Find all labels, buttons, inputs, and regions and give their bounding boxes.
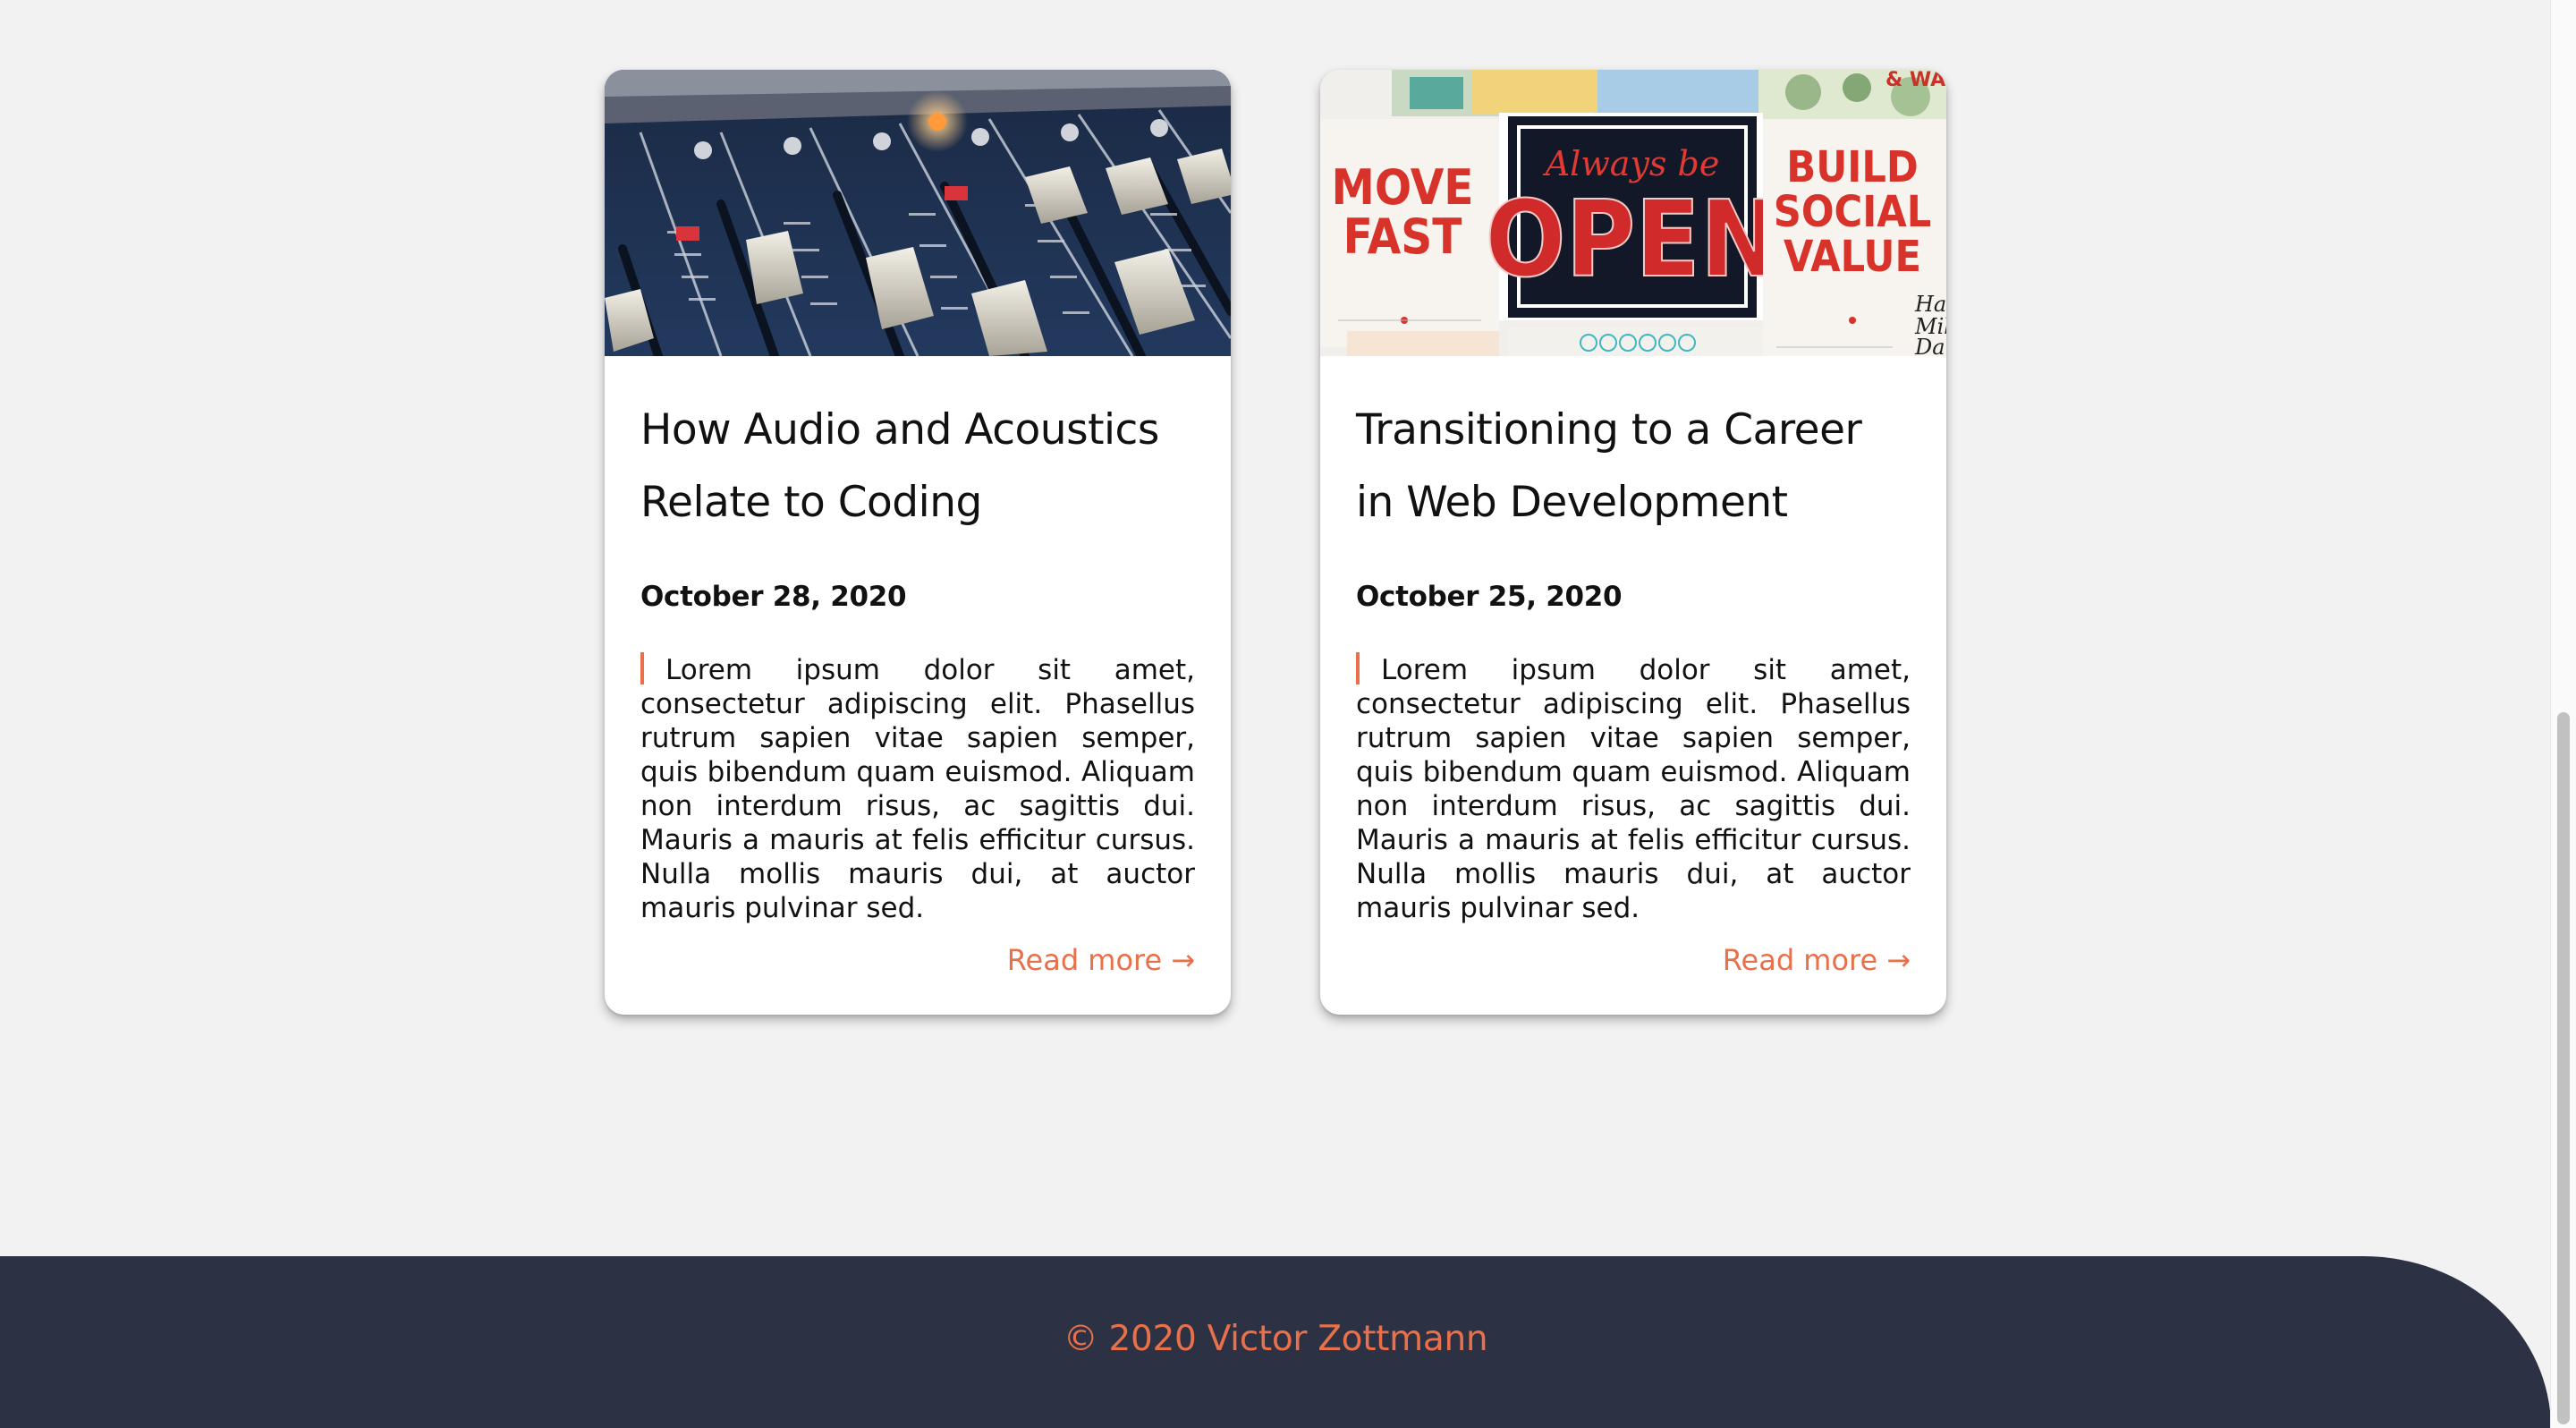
post-card[interactable]: & WA MOVE FAST Always be OPEN BUILD SOCI…	[1320, 70, 1946, 1015]
scrollbar-thumb[interactable]	[2557, 712, 2570, 1424]
post-title[interactable]: How Audio and Acoustics Relate to Coding	[640, 394, 1195, 539]
post-excerpt-text: Lorem ipsum dolor sit amet, consectetur …	[1356, 654, 1911, 924]
audio-mixer-image[interactable]	[605, 70, 1231, 356]
post-card[interactable]: How Audio and Acoustics Relate to Coding…	[605, 70, 1231, 1015]
site-footer: © 2020 Victor Zottmann	[0, 1256, 2551, 1428]
social-text: SOCIAL	[1774, 187, 1931, 237]
arrow-right-icon: →	[1171, 943, 1195, 977]
sign-main-text: OPEN	[1485, 177, 1779, 301]
footer-copyright: © 2020 Victor Zottmann	[1063, 1319, 1488, 1359]
open-sign-image[interactable]: & WA MOVE FAST Always be OPEN BUILD SOCI…	[1320, 70, 1946, 356]
post-excerpt: Lorem ipsum dolor sit amet, consectetur …	[640, 652, 1195, 925]
post-date: October 28, 2020	[640, 581, 907, 613]
svg-text:& WA: & WA	[1885, 70, 1945, 91]
excerpt-accent-bar	[1356, 652, 1360, 684]
post-excerpt: Lorem ipsum dolor sit amet, consectetur …	[1356, 652, 1911, 925]
svg-text:Day: Day	[1914, 335, 1946, 356]
svg-text:Ha: Ha	[1914, 292, 1946, 317]
vertical-scrollbar[interactable]	[2550, 0, 2576, 1428]
post-excerpt-text: Lorem ipsum dolor sit amet, consectetur …	[640, 654, 1195, 924]
read-more-link[interactable]: Read more →	[1723, 943, 1911, 977]
arrow-right-icon: →	[1886, 943, 1911, 977]
read-more-link[interactable]: Read more →	[1007, 943, 1195, 977]
move-fast-text-2: FAST	[1343, 208, 1462, 265]
value-text: VALUE	[1784, 232, 1921, 282]
read-more-label: Read more	[1006, 943, 1163, 977]
page: How Audio and Acoustics Relate to Coding…	[0, 0, 2576, 1428]
build-text: BUILD	[1786, 142, 1918, 192]
excerpt-accent-bar	[640, 652, 644, 684]
post-title[interactable]: Transitioning to a Career in Web Develop…	[1356, 394, 1911, 539]
move-fast-text: MOVE	[1332, 159, 1474, 216]
read-more-label: Read more	[1722, 943, 1878, 977]
post-date: October 25, 2020	[1356, 581, 1623, 613]
